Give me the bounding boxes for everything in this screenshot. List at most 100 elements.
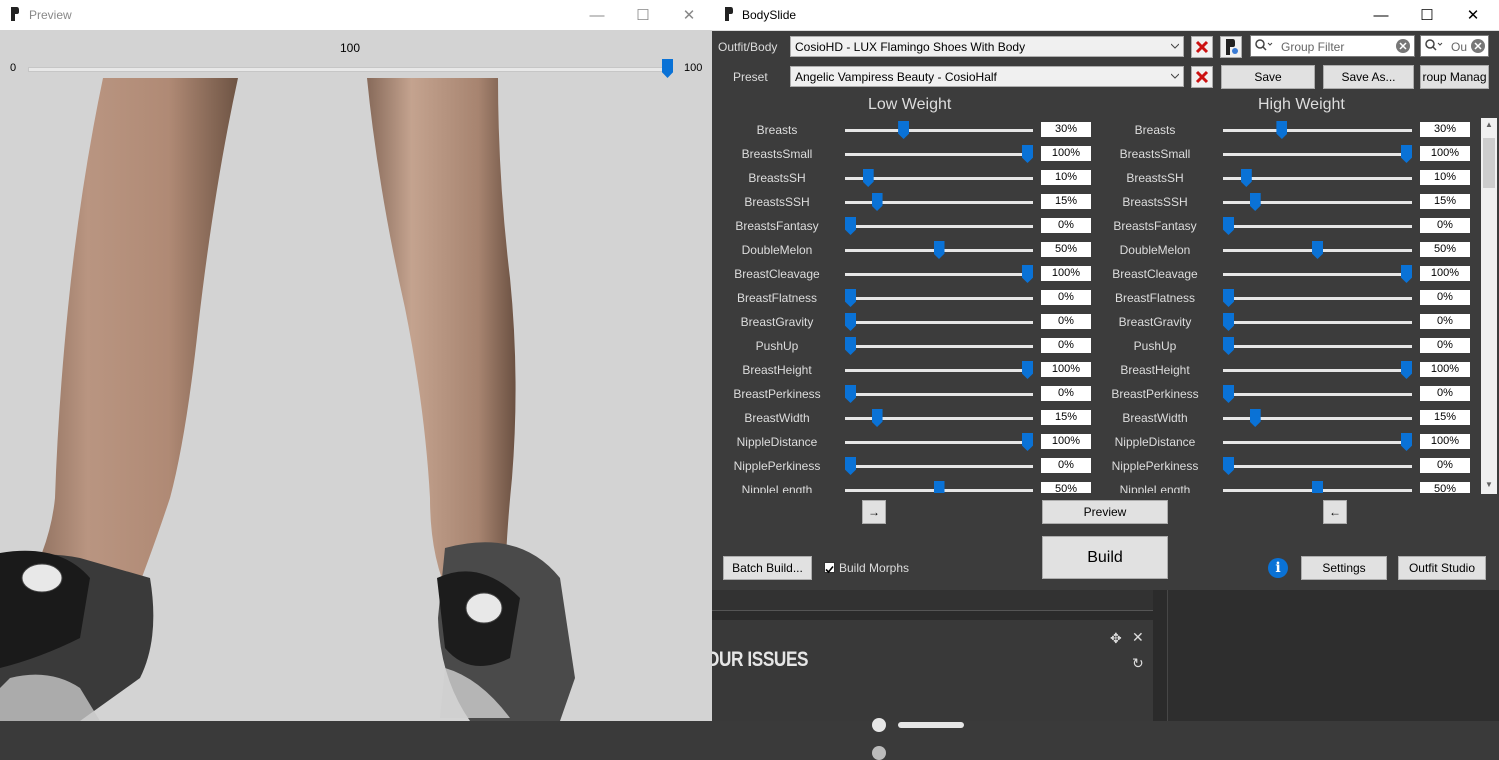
toggle-knob[interactable] [872, 718, 886, 732]
high-weight-value-field[interactable]: 0% [1420, 218, 1470, 233]
preview-button[interactable]: Preview [1042, 500, 1168, 524]
low-weight-value-field[interactable]: 0% [1041, 314, 1091, 329]
group-manager-button[interactable]: roup Manag [1420, 65, 1489, 89]
low-weight-value-field[interactable]: 100% [1041, 146, 1091, 161]
high-weight-slider-track[interactable] [1223, 153, 1412, 156]
scrollbar-thumb[interactable] [1483, 138, 1495, 188]
low-weight-value-field[interactable]: 0% [1041, 290, 1091, 305]
close-icon[interactable]: ✕ [1132, 629, 1144, 646]
low-weight-slider-thumb[interactable] [1022, 265, 1033, 283]
high-weight-slider-thumb[interactable] [1276, 121, 1288, 139]
low-weight-slider-thumb[interactable] [862, 169, 874, 187]
high-weight-slider-thumb[interactable] [1223, 313, 1234, 331]
high-weight-slider-track[interactable] [1223, 297, 1412, 300]
high-weight-slider-track[interactable] [1223, 465, 1412, 468]
low-weight-slider-track[interactable] [845, 465, 1033, 468]
low-weight-slider-thumb[interactable] [845, 337, 856, 355]
minimize-button[interactable]: — [1358, 0, 1404, 30]
build-button[interactable]: Build [1042, 536, 1168, 579]
high-weight-slider-track[interactable] [1223, 393, 1412, 396]
high-weight-slider-thumb[interactable] [1401, 145, 1412, 163]
move-icon[interactable]: ✥ [1110, 630, 1122, 647]
low-weight-slider-track[interactable] [845, 129, 1033, 132]
low-weight-value-field[interactable]: 100% [1041, 266, 1091, 281]
low-weight-value-field[interactable]: 0% [1041, 458, 1091, 473]
low-weight-slider-track[interactable] [845, 441, 1033, 444]
low-weight-slider-thumb[interactable] [845, 313, 856, 331]
high-weight-slider-track[interactable] [1223, 441, 1412, 444]
preview-titlebar[interactable]: Preview — ☐ ✕ [0, 0, 712, 30]
high-weight-slider-thumb[interactable] [1312, 481, 1323, 493]
high-weight-slider-thumb[interactable] [1223, 289, 1234, 307]
low-weight-value-field[interactable]: 50% [1041, 482, 1091, 493]
low-weight-value-field[interactable]: 15% [1041, 194, 1091, 209]
save-as-button[interactable]: Save As... [1323, 65, 1414, 89]
low-weight-value-field[interactable]: 100% [1041, 434, 1091, 449]
info-icon[interactable]: i [1268, 558, 1288, 578]
high-weight-value-field[interactable]: 15% [1420, 194, 1470, 209]
low-weight-slider-thumb[interactable] [933, 241, 945, 259]
load-project-button[interactable] [1220, 36, 1242, 58]
high-weight-slider-thumb[interactable] [1401, 361, 1412, 379]
high-weight-slider-thumb[interactable] [1401, 433, 1412, 451]
high-weight-slider-thumb[interactable] [1223, 385, 1234, 403]
outfit-filter-input[interactable]: Ou [1420, 35, 1489, 57]
clear-icon[interactable] [1396, 39, 1410, 53]
preview-3d-viewport[interactable] [0, 78, 712, 721]
minimize-button[interactable]: — [574, 0, 620, 30]
low-weight-slider-thumb[interactable] [845, 457, 856, 475]
copy-high-to-low-button[interactable]: ← [1323, 500, 1347, 524]
low-weight-slider-track[interactable] [845, 225, 1033, 228]
high-weight-slider-track[interactable] [1223, 273, 1412, 276]
low-weight-slider-thumb[interactable] [845, 289, 856, 307]
high-weight-value-field[interactable]: 100% [1420, 434, 1470, 449]
high-weight-slider-track[interactable] [1223, 345, 1412, 348]
refresh-icon[interactable]: ↻ [1132, 655, 1144, 672]
copy-low-to-high-button[interactable]: → [862, 500, 886, 524]
high-weight-value-field[interactable]: 0% [1420, 314, 1470, 329]
high-weight-value-field[interactable]: 30% [1420, 122, 1470, 137]
low-weight-slider-thumb[interactable] [871, 193, 883, 211]
low-weight-slider-track[interactable] [845, 153, 1033, 156]
high-weight-value-field[interactable]: 50% [1420, 242, 1470, 257]
low-weight-slider-thumb[interactable] [933, 481, 945, 493]
high-weight-slider-thumb[interactable] [1223, 457, 1234, 475]
low-weight-slider-track[interactable] [845, 321, 1033, 324]
toggle-knob-2[interactable] [872, 746, 886, 760]
maximize-button[interactable]: ☐ [1404, 0, 1450, 30]
clear-icon[interactable] [1471, 39, 1485, 53]
scroll-up-arrow[interactable]: ▲ [1481, 120, 1497, 134]
high-weight-value-field[interactable]: 15% [1420, 410, 1470, 425]
low-weight-slider-track[interactable] [845, 273, 1033, 276]
low-weight-slider-track[interactable] [845, 297, 1033, 300]
zoom-slider-thumb[interactable] [662, 59, 673, 78]
outfit-select[interactable]: CosioHD - LUX Flamingo Shoes With Body [790, 36, 1184, 57]
high-weight-slider-track[interactable] [1223, 369, 1412, 372]
low-weight-slider-track[interactable] [845, 345, 1033, 348]
low-weight-slider-thumb[interactable] [845, 217, 856, 235]
high-weight-slider-track[interactable] [1223, 225, 1412, 228]
low-weight-value-field[interactable]: 0% [1041, 386, 1091, 401]
high-weight-value-field[interactable]: 100% [1420, 266, 1470, 281]
low-weight-value-field[interactable]: 15% [1041, 410, 1091, 425]
save-preset-button[interactable]: Save [1221, 65, 1315, 89]
batch-build-button[interactable]: Batch Build... [723, 556, 812, 580]
slider-list-scrollbar[interactable]: ▲ ▼ [1481, 118, 1497, 494]
high-weight-value-field[interactable]: 0% [1420, 386, 1470, 401]
preset-select[interactable]: Angelic Vampiress Beauty - CosioHalf [790, 66, 1184, 87]
high-weight-slider-thumb[interactable] [1401, 265, 1412, 283]
low-weight-slider-thumb[interactable] [1022, 361, 1033, 379]
high-weight-value-field[interactable]: 100% [1420, 362, 1470, 377]
close-button[interactable]: ✕ [666, 0, 712, 30]
high-weight-slider-thumb[interactable] [1249, 409, 1261, 427]
high-weight-value-field[interactable]: 100% [1420, 146, 1470, 161]
high-weight-slider-thumb[interactable] [1223, 337, 1234, 355]
zoom-slider-track[interactable] [28, 67, 670, 72]
build-morphs-checkbox[interactable] [824, 562, 835, 574]
high-weight-slider-thumb[interactable] [1240, 169, 1252, 187]
delete-preset-button[interactable] [1191, 66, 1213, 88]
scroll-down-arrow[interactable]: ▼ [1481, 480, 1497, 494]
outfit-studio-button[interactable]: Outfit Studio [1398, 556, 1486, 580]
low-weight-slider-thumb[interactable] [1022, 145, 1033, 163]
low-weight-value-field[interactable]: 100% [1041, 362, 1091, 377]
